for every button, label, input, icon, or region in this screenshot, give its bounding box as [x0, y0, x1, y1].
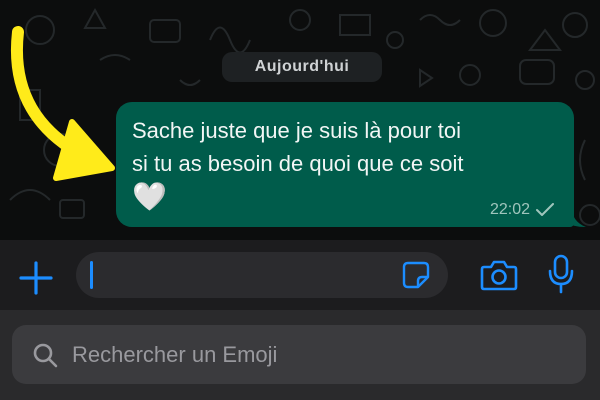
emoji-search-placeholder: Rechercher un Emoji	[72, 341, 278, 367]
search-icon	[33, 343, 58, 367]
message-time: 22:02	[489, 201, 530, 218]
outgoing-message-bubble[interactable]: Sache juste que je suis là pour toi si t…	[116, 102, 574, 227]
message-text-line-1: Sache juste que je suis là pour toi	[132, 118, 461, 143]
date-separator: Aujourd'hui	[222, 52, 382, 82]
yellow-arrow-annotation	[11, 26, 115, 181]
single-check-icon	[536, 203, 554, 216]
camera-icon[interactable]	[480, 258, 518, 292]
message-input[interactable]	[76, 252, 448, 298]
chat-screen: Aujourd'hui Sache juste que je suis là p…	[0, 0, 600, 400]
message-text-line-2: si tu as besoin de quoi que ce soit	[132, 151, 464, 176]
message-meta: 22:02	[490, 201, 554, 219]
sticker-icon[interactable]	[402, 261, 430, 289]
emoji-panel: Rechercher un Emoji	[0, 310, 600, 400]
text-caret	[90, 261, 93, 289]
emoji-search-field[interactable]: Rechercher un Emoji	[12, 325, 586, 384]
microphone-icon[interactable]	[548, 254, 574, 294]
plus-icon[interactable]	[18, 260, 54, 296]
chat-background: Aujourd'hui Sache juste que je suis là p…	[0, 0, 600, 240]
